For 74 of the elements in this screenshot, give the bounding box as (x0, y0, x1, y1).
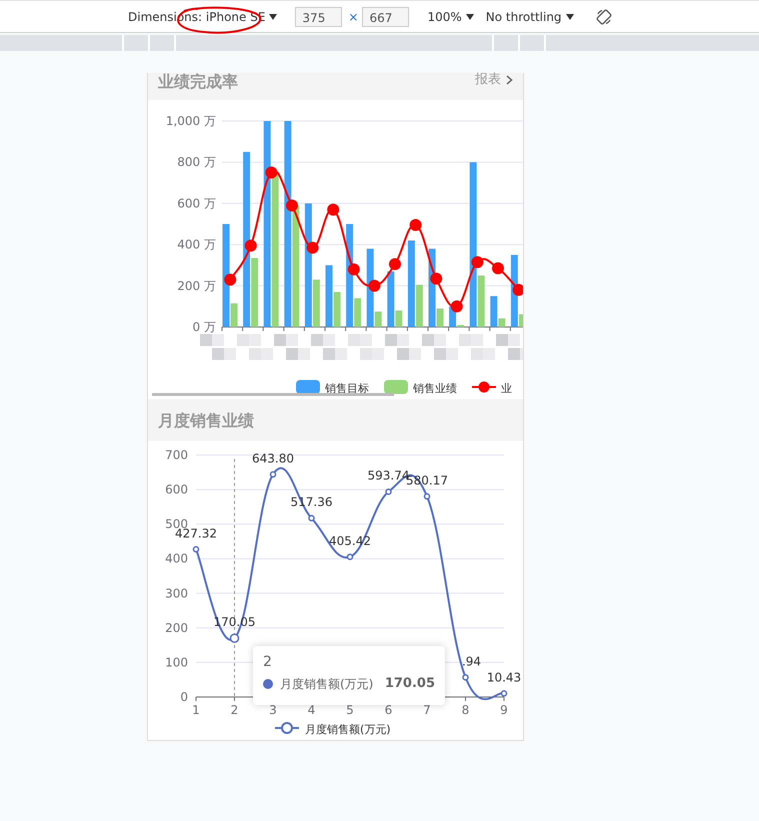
axis-label: 700 (165, 448, 188, 462)
caret-icon (566, 14, 574, 20)
legend-icon (472, 382, 496, 392)
axis-label: 3 (269, 703, 277, 717)
point-marker (230, 633, 240, 643)
point-marker (192, 546, 200, 553)
axis-label: 200 (165, 620, 188, 635)
width-field[interactable]: 375 (295, 6, 342, 26)
legend-icon (296, 380, 320, 394)
caret-icon (269, 14, 278, 20)
data-label: 643.80 (252, 451, 294, 466)
point-marker (424, 493, 430, 500)
axis-label: 0 (180, 690, 188, 704)
caret-icon (466, 14, 474, 20)
point-marker (327, 204, 340, 216)
zoom-dropdown[interactable]: 100% (427, 10, 474, 24)
axis-label: 600 万 (177, 196, 216, 210)
point-marker (270, 471, 276, 478)
card-title: 业绩完成率 (158, 73, 238, 91)
times-label: × (348, 10, 358, 24)
tooltip-value: 170.05 (384, 676, 435, 692)
point-marker (308, 514, 315, 522)
point-marker (389, 258, 401, 270)
point-marker (368, 280, 380, 292)
rotate-icon[interactable] (596, 8, 612, 24)
axis-label: 8 (462, 703, 470, 717)
axis-label: 9 (500, 703, 508, 717)
legend-label: 业 (501, 382, 512, 395)
point-marker (410, 219, 422, 232)
chevron-icon (506, 75, 513, 85)
axis-label: 600 (165, 482, 188, 497)
card-title: 月度销售业绩 (158, 412, 254, 430)
data-label: 593.74 (368, 468, 410, 483)
point-marker (306, 242, 319, 254)
tooltip-title: 2 (263, 654, 273, 670)
point-marker (462, 674, 469, 681)
axis-label: 300 (165, 586, 188, 600)
point-marker (244, 240, 257, 252)
axis-label: 5 (346, 703, 354, 717)
axis-label: 2 (230, 703, 238, 717)
legend-label: 月度销售额(万元) (305, 723, 391, 736)
legend-icon (275, 722, 299, 734)
height-field[interactable]: 667 (362, 6, 410, 26)
point-marker (385, 488, 392, 495)
tooltip-label: 月度销售额(万元) (280, 676, 374, 692)
throttling-dropdown[interactable]: No throttling (486, 10, 574, 24)
point-marker (430, 272, 442, 285)
point-marker (224, 274, 236, 286)
axis-label: 400 万 (177, 238, 216, 252)
axis-label: 0 万 (192, 320, 216, 334)
axis-label: 100 (165, 655, 188, 670)
axis-label: 200 万 (177, 278, 216, 293)
data-label: .94 (462, 654, 482, 668)
legend-label: 销售目标 (325, 382, 369, 395)
axis-label: 4 (308, 703, 316, 717)
axis-label: 1 (192, 703, 200, 717)
axis-label: 1,000 万 (166, 114, 216, 128)
point-marker (500, 690, 508, 697)
legend-label: 销售业绩 (413, 382, 457, 395)
point-marker (492, 262, 504, 274)
data-label: 10.43 (486, 670, 522, 684)
point-marker (286, 199, 298, 212)
point-marker (348, 263, 360, 276)
point-marker (265, 166, 278, 178)
axis-label: 7 (423, 703, 431, 717)
point-marker (512, 284, 523, 296)
legend-dot (263, 679, 273, 689)
legend-icon (384, 380, 408, 394)
point-marker (346, 554, 354, 560)
point-marker (471, 256, 484, 268)
axis-label: 6 (384, 703, 392, 717)
axis-label: 800 万 (177, 155, 216, 170)
axis-label: 400 (165, 552, 188, 566)
point-marker (450, 300, 463, 312)
